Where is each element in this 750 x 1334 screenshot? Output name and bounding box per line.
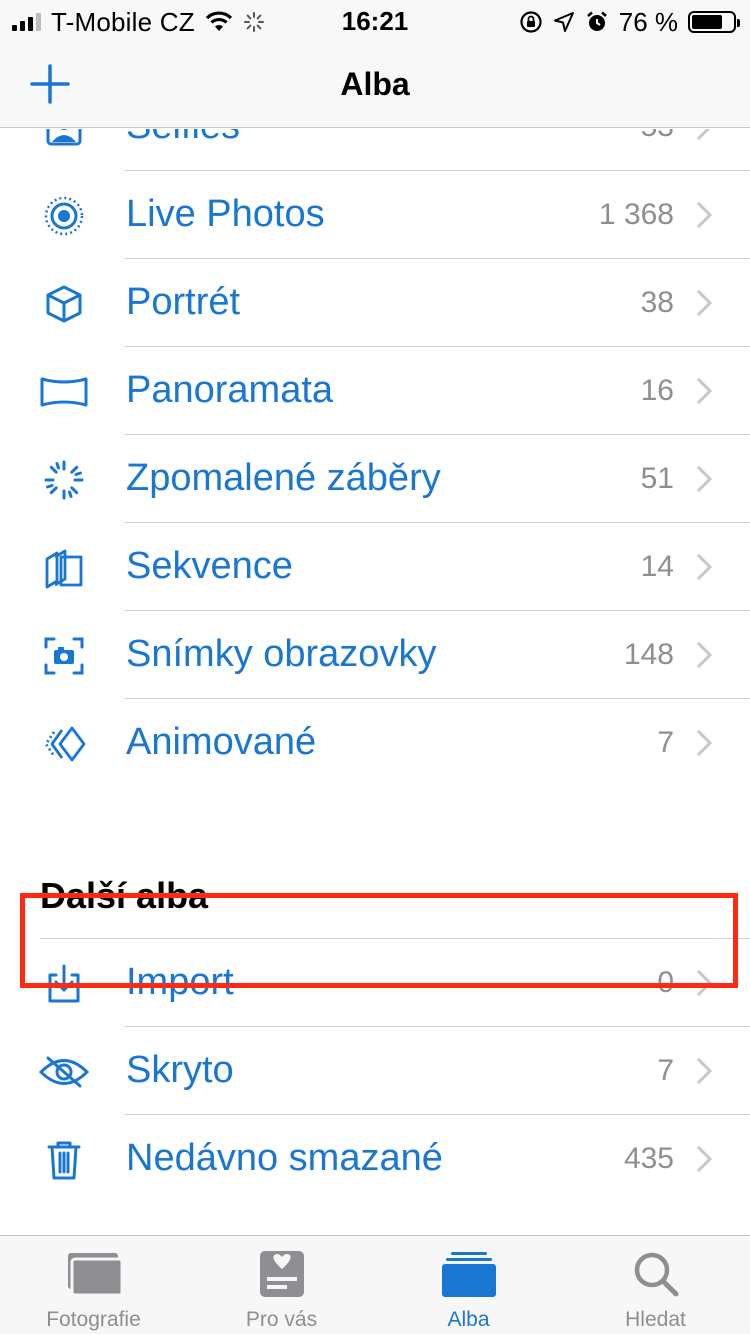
battery-icon — [688, 11, 740, 33]
album-count: 51 — [640, 462, 674, 495]
album-row-selfies[interactable]: Selfies 53 — [0, 129, 750, 171]
chevron-right-icon — [696, 641, 712, 669]
live-photo-icon — [38, 195, 90, 237]
trash-icon — [38, 1139, 90, 1181]
search-icon — [562, 1246, 749, 1302]
tab-label: Fotografie — [46, 1308, 141, 1331]
chevron-right-icon — [696, 377, 712, 405]
tab-for-you[interactable]: Pro vás — [188, 1236, 375, 1334]
album-label: Portrét — [126, 281, 241, 323]
panorama-icon — [38, 371, 90, 413]
chevron-right-icon — [696, 969, 712, 997]
album-row-portrait[interactable]: Portrét 38 — [0, 259, 750, 347]
for-you-icon — [188, 1246, 375, 1302]
cube-icon — [38, 283, 90, 325]
screenshot-icon — [38, 635, 90, 677]
chevron-right-icon — [696, 1057, 712, 1085]
hidden-eye-icon — [38, 1051, 90, 1093]
album-row-bursts[interactable]: Sekvence 14 — [0, 523, 750, 611]
location-icon — [553, 12, 574, 32]
album-count: 1 368 — [598, 198, 674, 231]
status-bar: T-Mobile CZ 16:21 76 % — [0, 0, 750, 44]
tab-photos[interactable]: Fotografie — [0, 1236, 187, 1334]
photos-icon — [0, 1246, 187, 1302]
navigation-bar: Alba — [0, 44, 750, 128]
rotation-lock-icon — [520, 11, 542, 33]
chevron-right-icon — [696, 465, 712, 493]
album-label: Sekvence — [126, 545, 293, 587]
tab-albums[interactable]: Alba — [375, 1236, 562, 1334]
album-count: 7 — [657, 726, 674, 759]
album-count: 53 — [641, 129, 674, 144]
album-label: Snímky obrazovky — [126, 633, 437, 675]
album-label: Panoramata — [126, 369, 334, 411]
album-row-live-photos[interactable]: Live Photos 1 368 — [0, 171, 750, 259]
burst-icon — [38, 547, 90, 589]
battery-fill — [692, 15, 723, 29]
selfie-icon — [38, 129, 90, 149]
slomo-icon — [38, 459, 90, 501]
tab-label: Alba — [447, 1308, 490, 1331]
album-count: 38 — [640, 286, 674, 319]
album-row-import[interactable]: Import 0 — [0, 939, 750, 1027]
import-icon — [38, 963, 90, 1005]
chevron-right-icon — [696, 553, 712, 581]
album-row-animated[interactable]: Animované 7 — [0, 699, 750, 787]
animated-icon — [38, 723, 90, 765]
album-label: Nedávno smazané — [126, 1137, 443, 1179]
page-title: Alba — [340, 66, 410, 102]
album-label: Import — [126, 961, 234, 1003]
chevron-right-icon — [696, 729, 712, 757]
album-row-recently-deleted[interactable]: Nedávno smazané 435 — [0, 1115, 750, 1203]
tab-label: Hledat — [625, 1308, 686, 1331]
alarm-icon — [586, 11, 607, 31]
album-count: 16 — [640, 374, 674, 407]
album-label: Selfies — [126, 129, 240, 148]
chevron-right-icon — [696, 1145, 712, 1173]
album-count: 14 — [640, 550, 674, 583]
chevron-right-icon — [696, 289, 712, 317]
album-count: 0 — [657, 966, 674, 999]
status-right: 76 % — [519, 6, 740, 37]
album-row-slow-motion[interactable]: Zpomalené záběry 51 — [0, 435, 750, 523]
album-count: 148 — [623, 638, 674, 671]
tab-search[interactable]: Hledat — [562, 1236, 749, 1334]
album-row-hidden[interactable]: Skryto 7 — [0, 1027, 750, 1115]
battery-percent: 76 % — [618, 6, 678, 37]
album-label: Zpomalené záběry — [126, 457, 441, 499]
album-label: Live Photos — [126, 193, 325, 235]
chevron-right-icon — [696, 201, 712, 229]
album-count: 435 — [623, 1142, 674, 1175]
albums-icon — [375, 1246, 562, 1302]
albums-list: Selfies 53 Live Photos 1 368 Portrét 38 … — [0, 129, 750, 1235]
album-label: Animované — [126, 721, 317, 763]
tab-label: Pro vás — [245, 1308, 318, 1331]
album-label: Skryto — [126, 1049, 234, 1091]
tab-bar: Fotografie Pro vás Alba Hledat — [0, 1235, 750, 1334]
album-row-screenshots[interactable]: Snímky obrazovky 148 — [0, 611, 750, 699]
album-row-panoramas[interactable]: Panoramata 16 — [0, 347, 750, 435]
section-title-other-albums: Další alba — [40, 875, 209, 916]
album-count: 7 — [657, 1054, 674, 1087]
chevron-right-icon — [696, 129, 711, 141]
